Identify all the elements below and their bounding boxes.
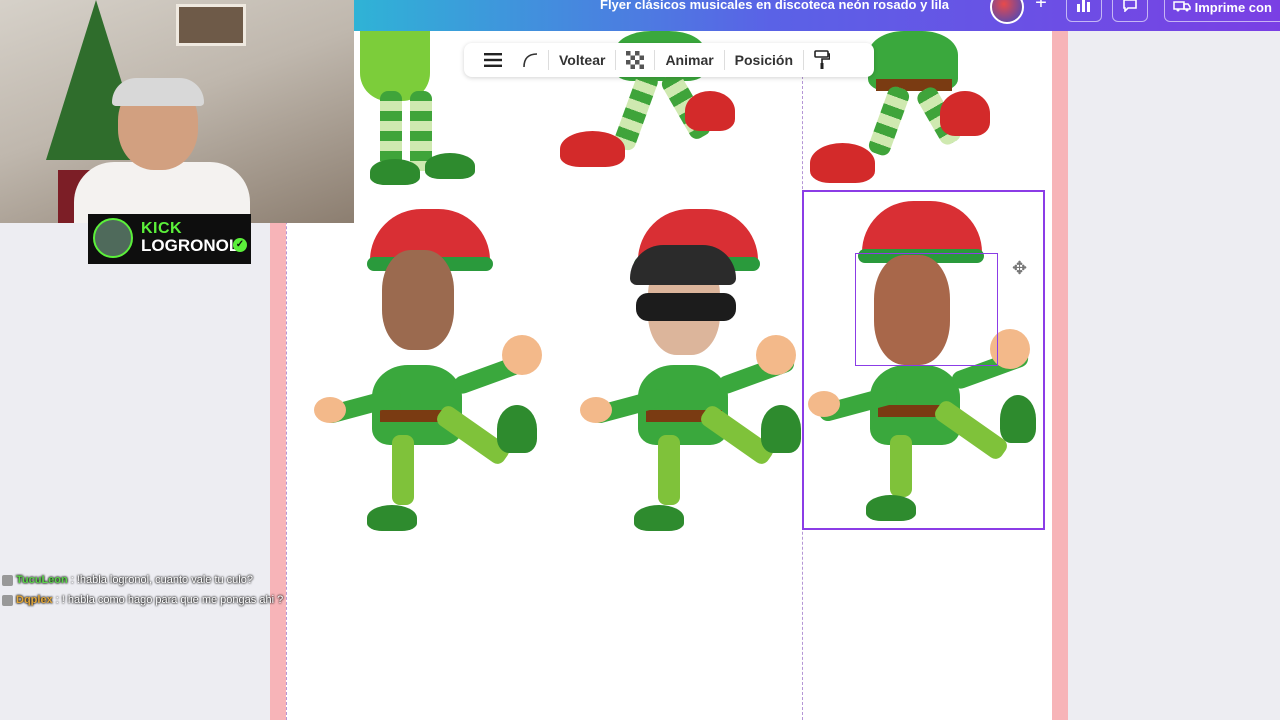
plus-icon[interactable]: + [1026,0,1056,20]
print-label: Imprime con [1194,0,1272,15]
channel-name: LOGRONOL [141,236,240,255]
bar-chart-icon[interactable] [1066,0,1102,22]
chat-message: Dqplex : ! habla como hago para que me p… [2,590,292,610]
editor-header: Flyer clásicos musicales en discoteca ne… [354,0,1280,31]
comment-icon[interactable] [1112,0,1148,22]
photo-frame [176,4,246,46]
chat-overlay: TucuLeon : !habla logronol, cuanto vale … [2,570,292,610]
cap [630,245,736,285]
elf-figure-2[interactable] [576,205,806,540]
channel-avatar [93,218,133,258]
flip-label: Voltear [559,52,606,68]
bleed-right [1052,31,1068,720]
print-button[interactable]: Imprime con [1164,0,1280,22]
kick-channel-badge: KICK LOGRONOL ✓ [88,214,251,264]
face-selection-box[interactable] [855,253,998,366]
transparency-icon[interactable] [616,43,654,77]
corner-radius-icon[interactable] [512,43,548,77]
flip-button[interactable]: Voltear [549,43,615,77]
chat-text: : ! habla como hago para que me pongas a… [55,594,284,606]
animate-label: Animar [665,52,714,68]
chat-message: TucuLeon : !habla logronol, cuanto vale … [2,570,292,590]
chat-text: : !habla logronol, cuanto vale tu culo? [70,574,253,586]
animate-button[interactable]: Animar [655,43,723,77]
element-toolbar: Voltear Animar Posición [464,43,874,77]
chat-username: Dqplex [16,594,53,606]
move-cursor-icon: ✥ [1012,258,1028,278]
position-label: Posición [734,52,794,68]
elf-top-left[interactable] [350,31,480,185]
badge-icon [2,574,13,586]
webcam-overlay [0,0,354,223]
face-photo [382,250,454,350]
badge-icon [2,594,13,606]
menu-icon[interactable] [474,43,512,77]
elf-figure-1[interactable] [312,205,552,540]
sunglasses [636,293,736,321]
user-avatar[interactable] [990,0,1024,24]
streamer-headset [112,78,204,106]
chat-username: TucuLeon [16,574,68,586]
position-button[interactable]: Posición [725,43,803,77]
document-title[interactable]: Flyer clásicos musicales en discoteca ne… [600,0,949,12]
truck-icon [1173,0,1195,15]
paint-roller-icon[interactable] [804,43,840,77]
verified-icon: ✓ [233,238,247,252]
